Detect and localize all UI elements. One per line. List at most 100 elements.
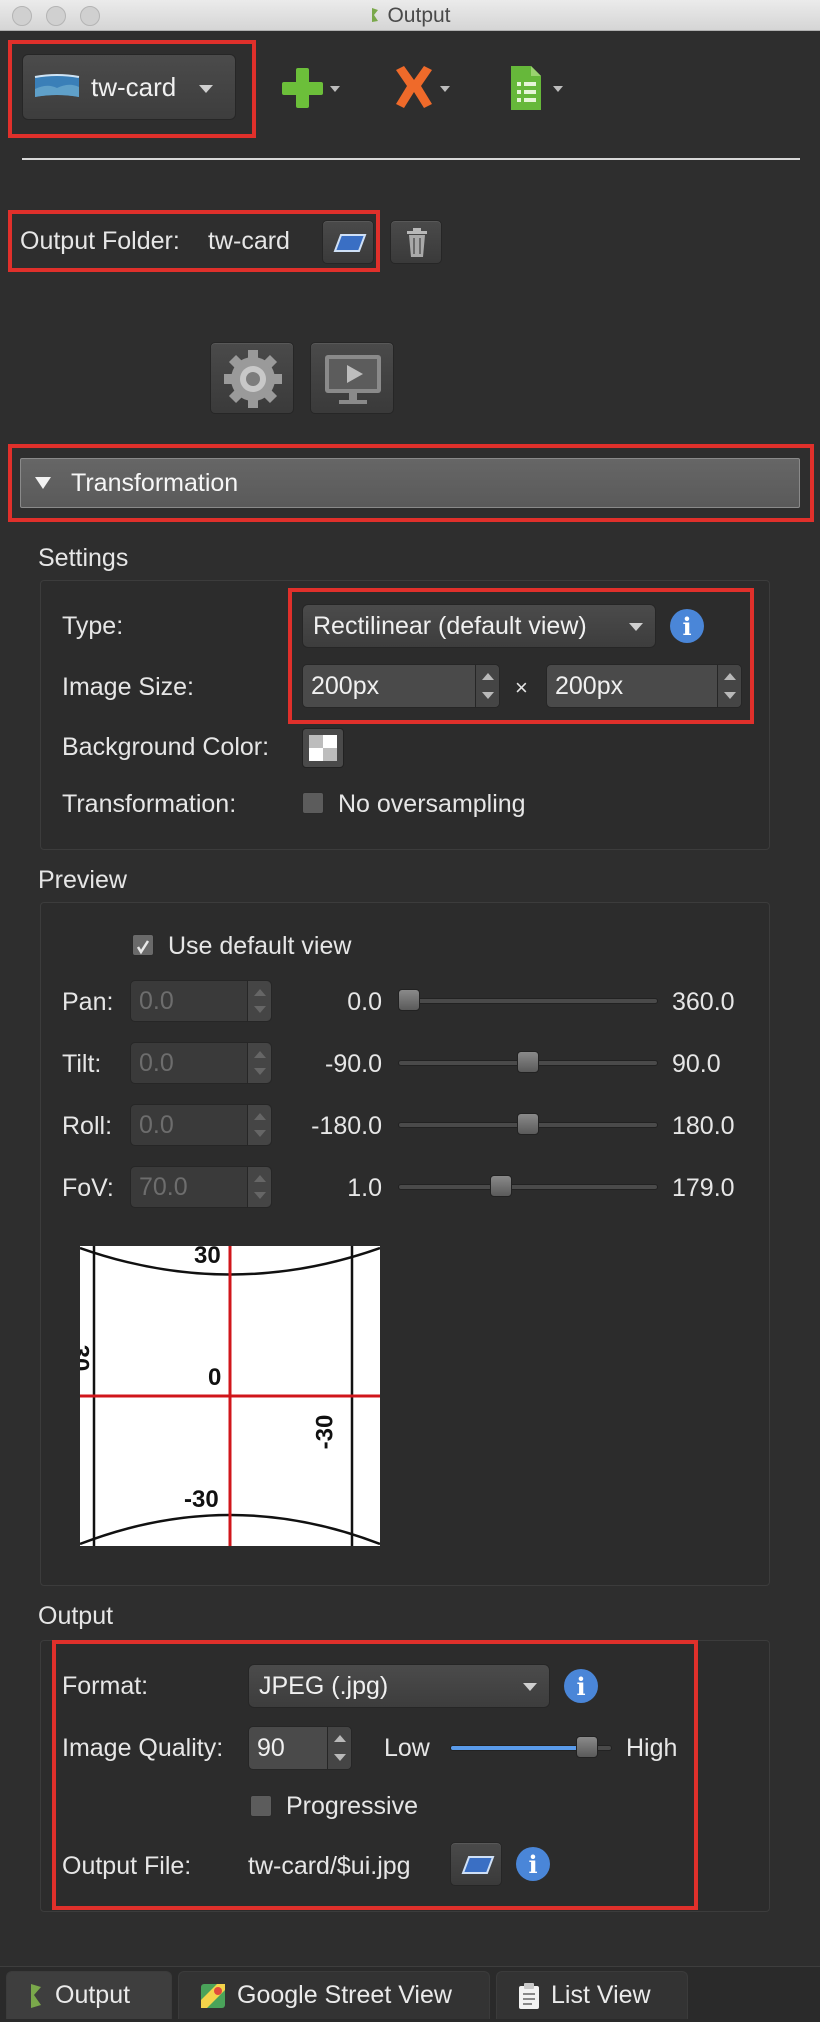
output-folder-label: Output Folder: <box>20 227 180 255</box>
preview-label-right: -30 <box>311 1414 339 1450</box>
output-file-value: tw-card/$ui.jpg <box>248 1852 411 1880</box>
tilt-slider-handle[interactable] <box>517 1051 539 1073</box>
oversampling-label: No oversampling <box>338 790 526 818</box>
image-quality-slider-handle[interactable] <box>576 1736 598 1758</box>
tab-output-label: Output <box>55 1981 131 2009</box>
preview-label-top: 30 <box>194 1246 221 1269</box>
fov-stepper[interactable] <box>247 1167 271 1207</box>
clipboard-icon <box>519 1982 539 2009</box>
monitor-play-icon <box>325 355 381 404</box>
transformation-label: Transformation: <box>62 790 237 818</box>
browse-output-file-button[interactable] <box>450 1842 502 1886</box>
quality-stepper[interactable] <box>327 1727 351 1769</box>
format-select[interactable]: JPEG (.jpg) <box>248 1664 550 1708</box>
output-file-info-icon[interactable]: i <box>516 1847 550 1881</box>
delete-x-icon <box>396 66 450 108</box>
pan-input[interactable]: 0.0 <box>130 980 272 1022</box>
roll-input[interactable]: 0.0 <box>130 1104 272 1146</box>
tilt-label: Tilt: <box>62 1050 102 1078</box>
roll-label: Roll: <box>62 1112 113 1140</box>
roll-slider-handle[interactable] <box>517 1113 539 1135</box>
clear-folder-button[interactable] <box>390 220 442 264</box>
quality-low-label: Low <box>384 1734 430 1762</box>
settings-heading: Settings <box>38 544 129 572</box>
use-default-view-label: Use default view <box>168 932 352 960</box>
times-sign: × <box>515 675 528 700</box>
preview-label-left: 30 <box>80 1344 94 1372</box>
collapse-triangle-icon <box>35 477 51 489</box>
pan-value: 0.0 <box>139 986 174 1015</box>
width-stepper[interactable] <box>475 665 499 707</box>
fov-value: 70.0 <box>139 1172 188 1201</box>
title-bar: Output <box>0 0 820 31</box>
format-label: Format: <box>62 1672 149 1700</box>
preview-label-bottom: -30 <box>184 1486 219 1513</box>
transparent-swatch-icon <box>309 735 337 761</box>
settings-button[interactable] <box>210 342 294 414</box>
background-color-swatch[interactable] <box>302 728 344 768</box>
tab-google-street-view-label: Google Street View <box>237 1981 452 2009</box>
image-height-value: 200px <box>555 671 624 700</box>
fov-slider[interactable] <box>398 1184 658 1190</box>
image-height-input[interactable]: 200px <box>546 664 742 708</box>
pan-stepper[interactable] <box>247 981 271 1021</box>
add-button[interactable] <box>280 64 346 112</box>
window-title: Output <box>0 4 820 28</box>
pan-label: Pan: <box>62 988 114 1016</box>
checkmark-icon <box>136 940 150 955</box>
projection-type-select[interactable]: Rectilinear (default view) <box>302 604 656 648</box>
tab-output[interactable]: Output <box>6 1971 172 2019</box>
remove-button[interactable] <box>390 64 456 112</box>
panorama-icon <box>34 74 80 97</box>
image-width-value: 200px <box>311 671 380 700</box>
image-width-input[interactable]: 200px <box>302 664 500 708</box>
tilt-stepper[interactable] <box>247 1043 271 1083</box>
oversampling-checkbox[interactable] <box>302 792 324 814</box>
projection-type-value: Rectilinear (default view) <box>313 611 587 640</box>
transformation-section-header[interactable]: Transformation <box>20 458 800 508</box>
tab-google-street-view[interactable]: Google Street View <box>178 1971 490 2019</box>
document-button[interactable] <box>505 62 571 114</box>
progressive-checkbox[interactable] <box>250 1795 272 1817</box>
output-folder-value: tw-card <box>208 227 290 255</box>
type-info-icon[interactable]: i <box>670 609 704 643</box>
fov-slider-handle[interactable] <box>490 1175 513 1197</box>
use-default-view-checkbox[interactable] <box>132 934 154 956</box>
roll-min: -180.0 <box>311 1112 382 1140</box>
image-quality-value: 90 <box>257 1733 285 1762</box>
preview-heading: Preview <box>38 866 127 894</box>
chevron-down-icon <box>629 623 643 631</box>
tab-list-view[interactable]: List View <box>496 1971 688 2019</box>
bottom-tab-bar: Output Google Street View List View <box>0 1966 820 2022</box>
image-quality-input[interactable]: 90 <box>248 1726 352 1770</box>
fov-label: FoV: <box>62 1174 114 1202</box>
tilt-max: 90.0 <box>672 1050 721 1078</box>
section-title: Transformation <box>71 469 239 497</box>
tilt-min: -90.0 <box>325 1050 382 1078</box>
height-stepper[interactable] <box>717 665 741 707</box>
tilt-value: 0.0 <box>139 1048 174 1077</box>
app-icon <box>372 8 379 22</box>
format-info-icon[interactable]: i <box>564 1669 598 1703</box>
pan-slider[interactable] <box>398 998 658 1004</box>
plus-icon <box>282 68 340 108</box>
roll-stepper[interactable] <box>247 1105 271 1145</box>
output-file-label: Output File: <box>62 1852 192 1880</box>
document-list-icon <box>511 66 563 110</box>
progressive-label: Progressive <box>286 1792 418 1820</box>
fov-max: 179.0 <box>672 1174 735 1202</box>
type-label: Type: <box>62 612 124 640</box>
image-quality-label: Image Quality: <box>62 1734 224 1762</box>
trash-icon <box>407 228 427 257</box>
fov-input[interactable]: 70.0 <box>130 1166 272 1208</box>
pan-slider-handle[interactable] <box>398 989 420 1011</box>
preview-button[interactable] <box>310 342 394 414</box>
tilt-input[interactable]: 0.0 <box>130 1042 272 1084</box>
background-color-label: Background Color: <box>62 733 270 761</box>
output-heading: Output <box>38 1602 114 1630</box>
image-size-label: Image Size: <box>62 673 195 701</box>
quality-high-label: High <box>626 1734 678 1762</box>
chevron-down-icon <box>523 1683 537 1691</box>
browse-folder-button[interactable] <box>322 220 374 264</box>
project-selector[interactable]: tw-card <box>22 54 236 120</box>
